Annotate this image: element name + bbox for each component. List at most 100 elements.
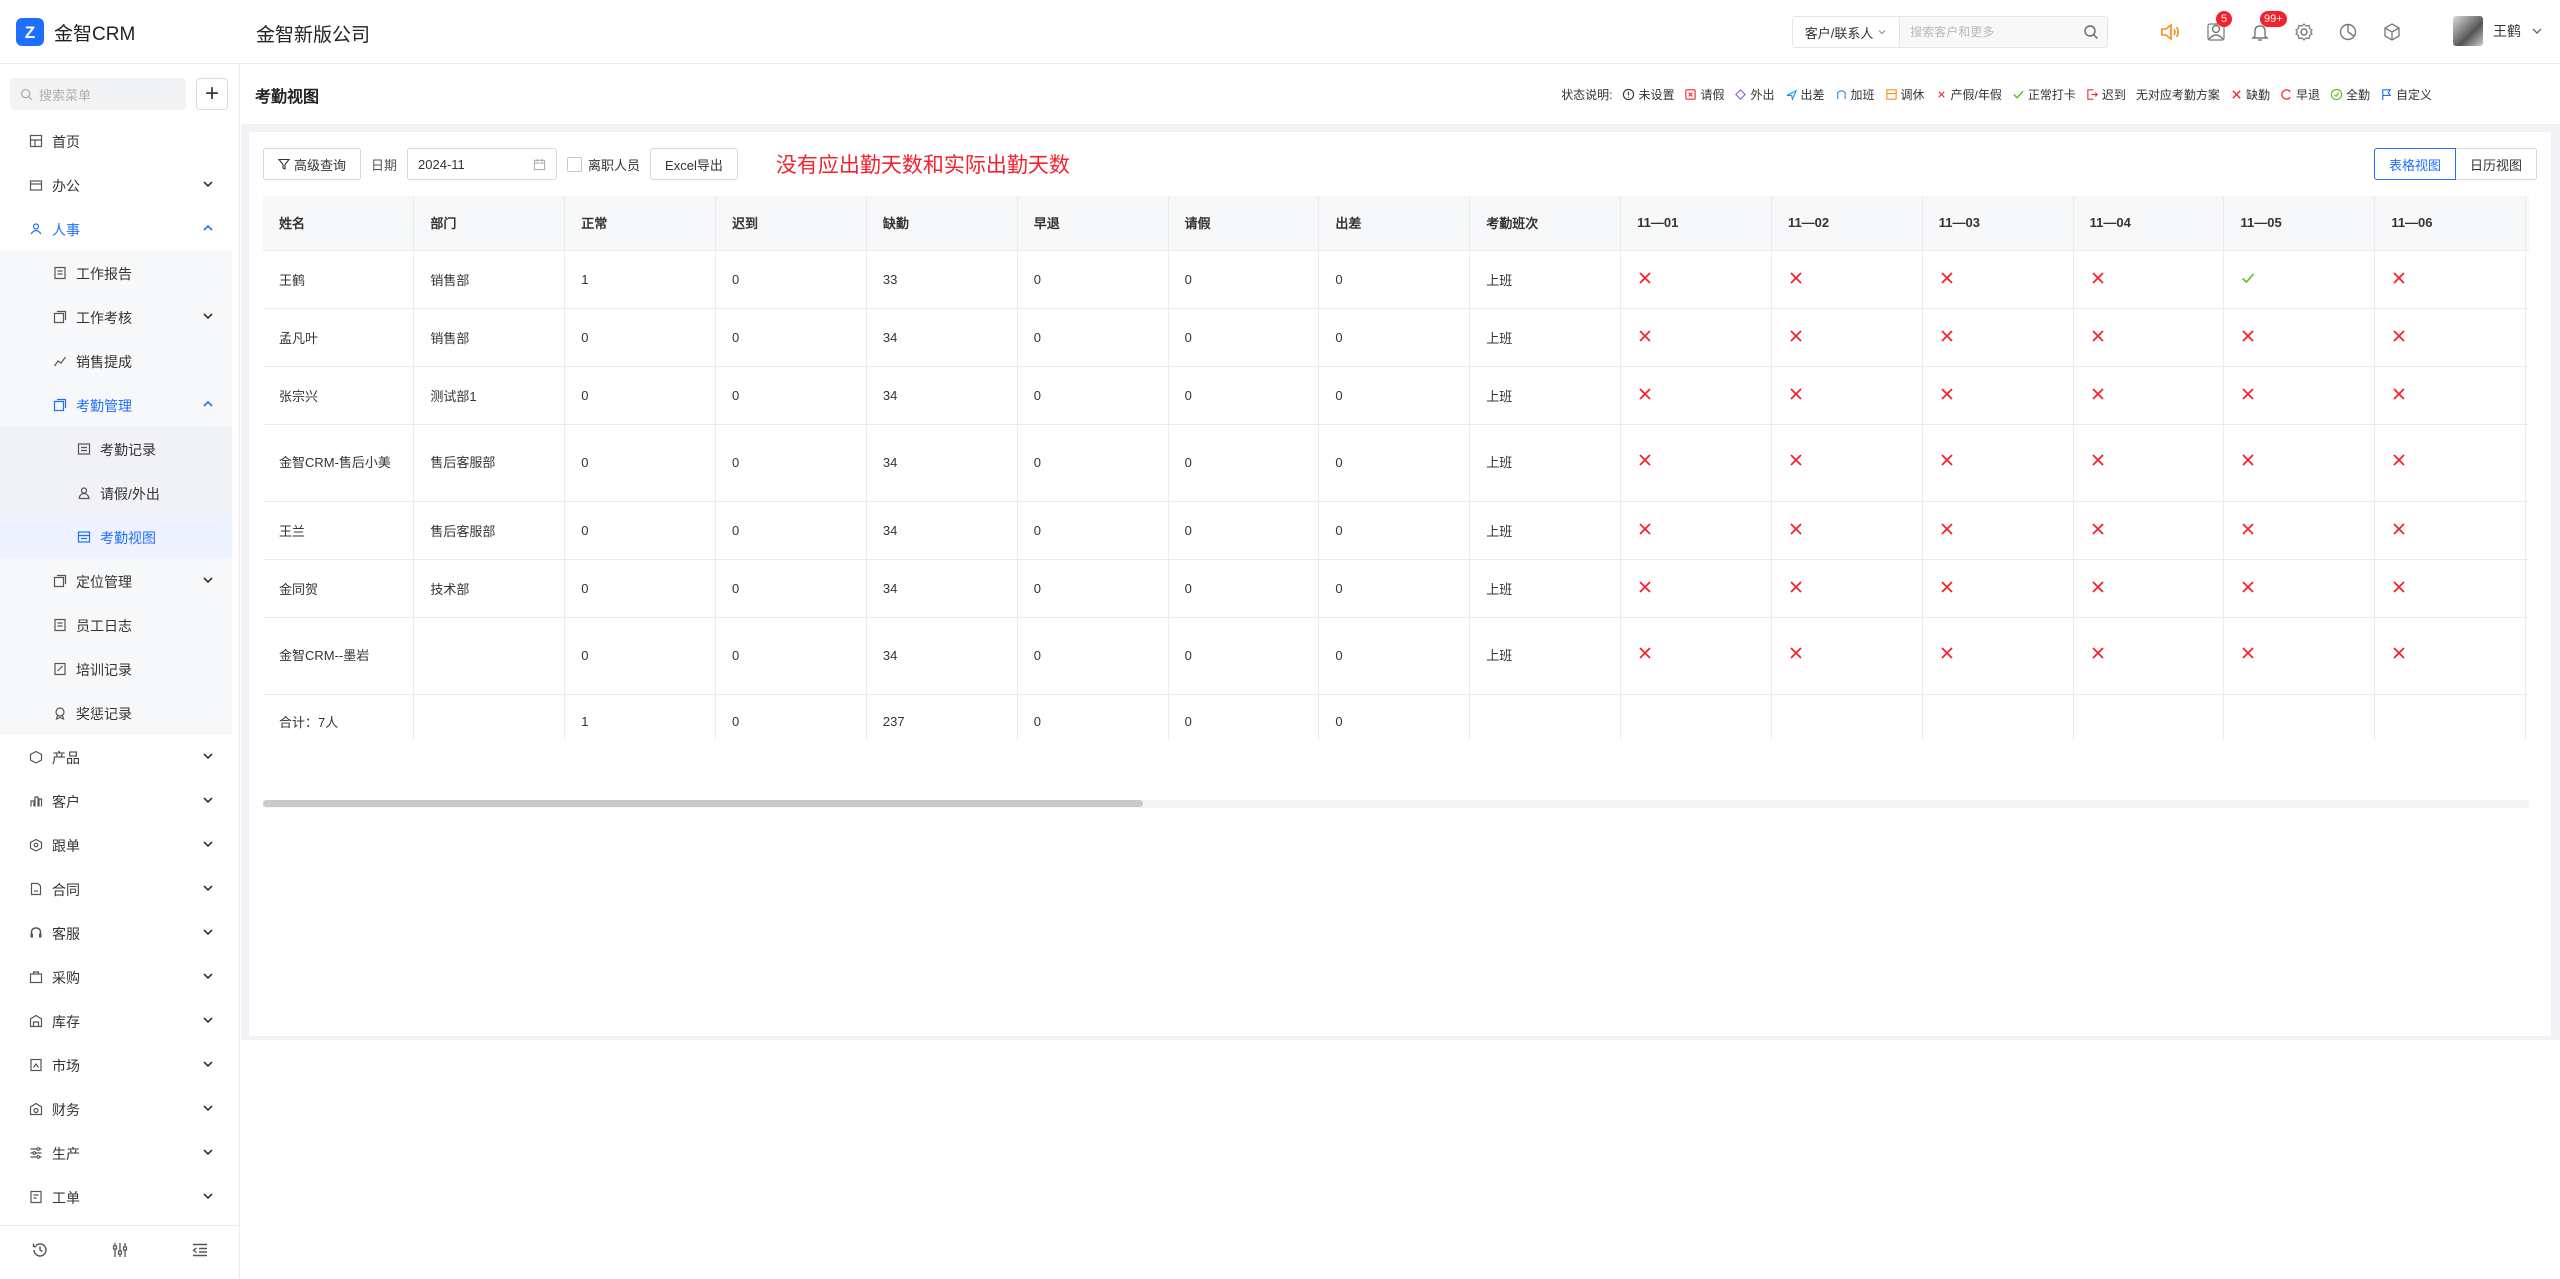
sidebar-item-location-management[interactable]: 定位管理 (0, 559, 232, 603)
cube-icon[interactable] (2380, 20, 2404, 44)
sidebar-item-sales-commission[interactable]: 销售提成 (0, 339, 232, 383)
table-cell (2525, 366, 2529, 425)
collapse-menu-icon[interactable] (191, 1241, 209, 1264)
attendance-table-container[interactable]: 姓名 部门 正常 迟到 缺勤 早退 请假 出差 考勤班次 11—01 11—02 11—03 11—04… (263, 196, 2529, 740)
sidebar-item-attendance-management[interactable]: 考勤管理 (0, 383, 232, 427)
absent-icon (1922, 559, 2074, 618)
sidebar-item-contract[interactable]: 合同 (0, 867, 232, 911)
sidebar-item-employee-log[interactable]: 员工日志 (0, 603, 232, 647)
calendar-icon (533, 158, 546, 170)
chevron-down-icon (2532, 28, 2542, 34)
legend-custom: 自定义 (2380, 86, 2432, 103)
tab-calendar-view[interactable]: 日历视图 (2455, 148, 2537, 180)
history-icon[interactable] (31, 1241, 49, 1264)
date-picker[interactable]: 2024-11 (407, 148, 558, 180)
tab-table-view[interactable]: 表格视图 (2373, 148, 2456, 180)
table-cell: 0 (564, 366, 717, 425)
table-row[interactable]: 金智CRM-售后小美 售后客服部 0 0 34 0 0 0 上班 (263, 424, 2529, 502)
speaker-icon[interactable] (2158, 20, 2182, 44)
filter-settings-icon[interactable] (111, 1241, 129, 1264)
table-cell: 0 (1318, 308, 1471, 367)
search-icon[interactable] (2075, 24, 2107, 40)
sidebar-item-workorder[interactable]: 工单 (0, 1175, 232, 1219)
table-cell: 0 (715, 617, 867, 695)
table-cell (413, 617, 566, 695)
sidebar-item-service[interactable]: 客服 (0, 911, 232, 955)
sidebar-item-work-report[interactable]: 工作报告 (0, 251, 232, 295)
legend-overtime: 加班 (1835, 86, 1875, 103)
overtime-icon (1836, 90, 1846, 100)
sidebar-item-attendance-view[interactable]: 考勤视图 (0, 515, 232, 559)
excel-export-button[interactable]: Excel导出 (650, 148, 738, 180)
resigned-checkbox[interactable]: 离职人员 (567, 155, 640, 174)
table-row[interactable]: 金同贺 技术部 0 0 34 0 0 0 上班 (263, 559, 2529, 618)
assessment-icon (52, 309, 68, 325)
table-cell: 0 (1318, 559, 1471, 618)
chevron-down-icon (202, 749, 214, 765)
sidebar-item-market[interactable]: 市场 (0, 1043, 232, 1087)
absent-icon (1771, 250, 1923, 309)
table-row[interactable]: 金智CRM--墨岩 0 0 34 0 0 0 上班 (263, 617, 2529, 695)
sidebar-item-attendance-record[interactable]: 考勤记录 (0, 427, 232, 471)
bell-icon[interactable]: 99+ (2248, 11, 2287, 44)
sidebar-item-customer[interactable]: 客户 (0, 779, 232, 823)
sidebar-item-production[interactable]: 生产 (0, 1131, 232, 1175)
advanced-query-button[interactable]: 高级查询 (263, 148, 362, 180)
table-cell: 上班 (1469, 617, 1622, 695)
attendance-table: 姓名 部门 正常 迟到 缺勤 早退 请假 出差 考勤班次 11—01 11—02 11—03 11—04… (263, 196, 2529, 740)
column-header: 早退 (1017, 196, 1169, 251)
sidebar-item-training-record[interactable]: 培训记录 (0, 647, 232, 691)
sidebar-item-product[interactable]: 产品 (0, 735, 232, 779)
column-header: 11—02 (1771, 196, 1923, 251)
absent-icon (1922, 308, 2074, 367)
user-menu[interactable]: 王鹤 (2453, 16, 2543, 46)
scrollbar-thumb[interactable] (263, 800, 1143, 807)
table-cell: 金同贺 (263, 559, 415, 618)
sidebar-item-purchase[interactable]: 采购 (0, 955, 232, 999)
home-icon (28, 133, 44, 149)
column-header: 11—01 (1620, 196, 1772, 251)
contacts-badge: 5 (2216, 11, 2232, 27)
sidebar-item-follow[interactable]: 跟单 (0, 823, 232, 867)
settings-icon[interactable] (2292, 20, 2316, 44)
table-row[interactable]: 王兰 售后客服部 0 0 34 0 0 0 上班 (263, 501, 2529, 560)
table-cell: 0 (1318, 424, 1471, 502)
table-cell (2525, 424, 2529, 502)
absent-icon (2223, 559, 2376, 618)
sidebar-item-inventory[interactable]: 库存 (0, 999, 232, 1043)
add-menu-button[interactable]: + (196, 78, 228, 110)
sidebar-item-leave-outing[interactable]: 请假/外出 (0, 471, 232, 515)
follow-icon (28, 837, 44, 853)
table-cell (2525, 308, 2529, 367)
sidebar-item-work-assessment[interactable]: 工作考核 (0, 295, 232, 339)
attendance-panel: 高级查询 日期 2024-11 离职人员 Excel导出 没有应出勤天数和实际出… (249, 132, 2551, 1036)
chart-icon[interactable] (2336, 20, 2360, 44)
filter-bar: 高级查询 日期 2024-11 离职人员 Excel导出 没有应出勤天数和实际出… (263, 148, 1070, 180)
search-scope-select[interactable]: 客户/联系人 (1793, 17, 1901, 47)
sidebar-item-finance[interactable]: 财务 (0, 1087, 232, 1131)
training-icon (52, 661, 68, 677)
sidebar-item-reward-record[interactable]: 奖惩记录 (0, 691, 232, 735)
table-row[interactable]: 王鹤 销售部 1 0 33 0 0 0 上班 (263, 250, 2529, 309)
table-row[interactable]: 孟凡叶 销售部 0 0 34 0 0 0 上班 (263, 308, 2529, 367)
absent-icon (2223, 366, 2376, 425)
search-input[interactable] (1900, 17, 2076, 47)
report-icon (52, 265, 68, 281)
table-row[interactable]: 张宗兴 测试部1 0 0 34 0 0 0 上班 (263, 366, 2529, 425)
company-name[interactable]: 金智新版公司 (256, 20, 370, 47)
hr-icon (28, 221, 44, 237)
menu-search-input[interactable]: 搜索菜单 (10, 78, 186, 110)
app-logo[interactable]: Z 金智CRM (16, 18, 135, 46)
contacts-icon[interactable]: 5 (2204, 11, 2232, 44)
sidebar-item-hr[interactable]: 人事 (0, 207, 232, 251)
absent-icon (1771, 617, 1923, 695)
table-cell: 上班 (1469, 366, 1622, 425)
summary-cell (2073, 694, 2225, 740)
table-cell: 0 (1168, 617, 1320, 695)
sidebar-item-home[interactable]: 首页 (0, 119, 232, 163)
horizontal-scrollbar[interactable] (263, 800, 2529, 808)
sidebar-item-office[interactable]: 办公 (0, 163, 232, 207)
summary-cell: 0 (715, 694, 867, 740)
table-cell: 0 (564, 559, 717, 618)
table-cell: 0 (1017, 250, 1169, 309)
